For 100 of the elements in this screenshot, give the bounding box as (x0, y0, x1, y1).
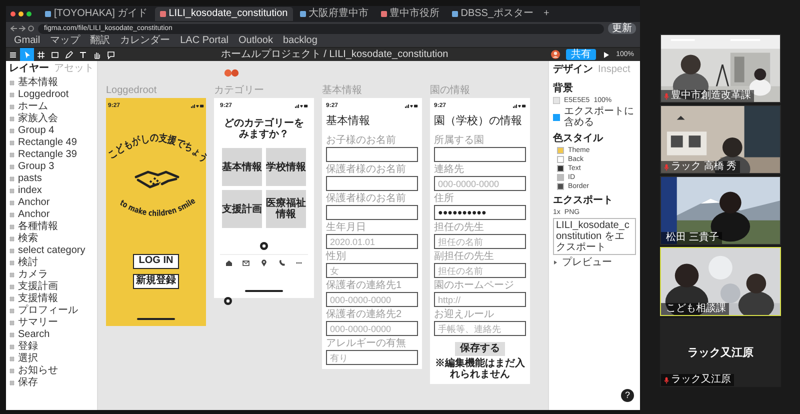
input-field[interactable] (326, 176, 418, 191)
input-field[interactable]: 000-0000-0000 (434, 176, 526, 191)
phone-icon[interactable] (278, 259, 286, 267)
panel-tab[interactable]: デザイン (553, 64, 593, 76)
browser-tab[interactable]: DBSS_ポスター (446, 7, 539, 21)
layer-item[interactable]: Anchor (18, 197, 50, 209)
layer-item[interactable]: 基本情報 (18, 77, 58, 89)
bookmark-link[interactable]: カレンダー (120, 35, 170, 47)
layer-item[interactable]: Rectangle 39 (18, 149, 77, 161)
input-field[interactable]: 2020.01.01 (326, 234, 418, 249)
layer-item[interactable]: 支援計画 (18, 281, 58, 293)
checkbox[interactable] (553, 114, 560, 120)
layer-item[interactable]: 支援情報 (18, 293, 58, 305)
text-tool-icon[interactable] (78, 50, 88, 60)
page-icon (45, 11, 51, 17)
layer-item[interactable]: 検索 (18, 233, 38, 245)
category-tile[interactable]: 医療福祉情報 (266, 190, 306, 228)
frame-icon (9, 272, 15, 278)
layer-item[interactable]: 家族入会 (18, 113, 58, 125)
layer-item[interactable]: ホーム (18, 101, 48, 113)
help-button[interactable]: ? (621, 389, 634, 402)
bookmark-link[interactable]: マップ (50, 35, 80, 47)
frame-tool-icon[interactable] (36, 50, 46, 60)
input-field[interactable]: 000-0000-0000 (326, 292, 418, 307)
play-icon[interactable] (602, 50, 610, 58)
bookmark-link[interactable]: Outlook (238, 35, 273, 47)
menu-icon[interactable] (8, 50, 18, 60)
input-field[interactable] (434, 147, 526, 162)
export-button[interactable]: LILI_kosodate_constitution をエクスポート (553, 218, 636, 255)
frame-icon (9, 164, 15, 170)
input-field[interactable]: 女 (326, 263, 418, 278)
input-field[interactable] (326, 147, 418, 162)
home-icon[interactable] (224, 259, 233, 267)
layer-item[interactable]: Anchor (18, 209, 50, 221)
layer-item[interactable]: index (18, 185, 42, 197)
bookmark-link[interactable]: 翻訳 (90, 35, 110, 47)
color-swatch[interactable] (557, 147, 564, 154)
location-pin-icon[interactable] (260, 259, 268, 267)
layer-item[interactable]: select category (18, 245, 86, 257)
field-label: 保護者の連絡先1 (326, 280, 403, 291)
category-tile[interactable]: 学校情報 (266, 148, 306, 186)
bookmark-link[interactable]: backlog (282, 35, 318, 47)
layer-item[interactable]: Search (18, 329, 50, 341)
frame-icon (9, 224, 15, 230)
input-field[interactable]: http:// (434, 292, 526, 307)
layer-item[interactable]: お知らせ (18, 365, 58, 377)
category-tile[interactable]: 支援計画 (222, 190, 262, 228)
layer-item[interactable]: Loggedroot (18, 89, 69, 101)
bookmark-link[interactable]: LAC Portal (180, 35, 228, 47)
rectangle-tool-icon[interactable] (50, 50, 60, 60)
layer-item[interactable]: 登録 (18, 341, 38, 353)
frame-icon (9, 92, 15, 98)
layer-item[interactable]: カメラ (18, 269, 48, 281)
comment-tool-icon[interactable] (106, 50, 116, 60)
mail-icon[interactable] (242, 259, 250, 267)
file-breadcrumb[interactable]: ホームルプロジェクト / LILI_kosodate_constitution (220, 48, 448, 60)
pen-tool-icon[interactable] (64, 50, 74, 60)
input-field[interactable] (326, 205, 418, 220)
field-label: 保護者の連絡先2 (326, 309, 403, 320)
frame-icon (9, 308, 15, 314)
browser-tab[interactable]: LILI_kosodate_constitution (154, 7, 293, 21)
field-label: 保護者様のお名前 (326, 193, 407, 204)
color-swatch[interactable] (557, 165, 564, 172)
layer-item[interactable]: 各種情報 (18, 221, 58, 233)
new-tab-button[interactable]: + (540, 8, 552, 20)
field-label: お迎えルール (434, 309, 495, 320)
hand-tool-icon[interactable] (92, 50, 102, 60)
preview-toggle[interactable]: プレビュー (562, 257, 612, 268)
save-button[interactable]: 保存する (455, 342, 505, 356)
update-button[interactable]: 更新 (608, 23, 636, 34)
field-label: 住所 (434, 193, 455, 204)
layer-item[interactable]: 選択 (18, 353, 38, 365)
color-swatch[interactable] (557, 174, 564, 181)
browser-tab[interactable]: 大阪府豊中市 (294, 7, 374, 21)
input-field[interactable]: 000-0000-0000 (326, 321, 418, 336)
field-label: 保護者様のお名前 (326, 164, 407, 175)
layer-item[interactable]: 保存 (18, 377, 38, 389)
login-button[interactable]: 新規登録 (133, 274, 179, 289)
input-field[interactable]: ●●●●●●●●●● (434, 205, 526, 220)
input-field[interactable]: 担任の名前 (434, 263, 526, 278)
handshake-icon (134, 170, 180, 188)
home-indicator (245, 290, 283, 292)
layer-item[interactable]: Group 3 (18, 161, 54, 173)
layer-item[interactable]: 検討 (18, 257, 38, 269)
bookmark-link[interactable]: Gmail (14, 35, 40, 47)
layer-item[interactable]: Rectangle 49 (18, 137, 77, 149)
layer-item[interactable]: プロフィール (18, 305, 78, 317)
layer-item[interactable]: サマリー (18, 317, 58, 329)
color-swatch[interactable] (557, 183, 564, 190)
panel-tab[interactable]: レイヤー (9, 63, 49, 75)
layer-item[interactable]: Group 4 (18, 125, 54, 137)
category-tile[interactable]: 基本情報 (222, 148, 262, 186)
browser-tab[interactable]: 豊中市役所 (376, 7, 445, 21)
login-button[interactable]: LOG IN (133, 254, 179, 269)
input-field[interactable]: 有り (326, 350, 418, 365)
input-field[interactable]: 担任の名前 (434, 234, 526, 249)
browser-tab[interactable]: [TOYOHAKA] ガイド (40, 7, 153, 21)
color-swatch[interactable] (557, 156, 564, 163)
input-field[interactable]: 手帳等、連絡先 (434, 321, 526, 336)
layer-item[interactable]: pasts (18, 173, 42, 185)
